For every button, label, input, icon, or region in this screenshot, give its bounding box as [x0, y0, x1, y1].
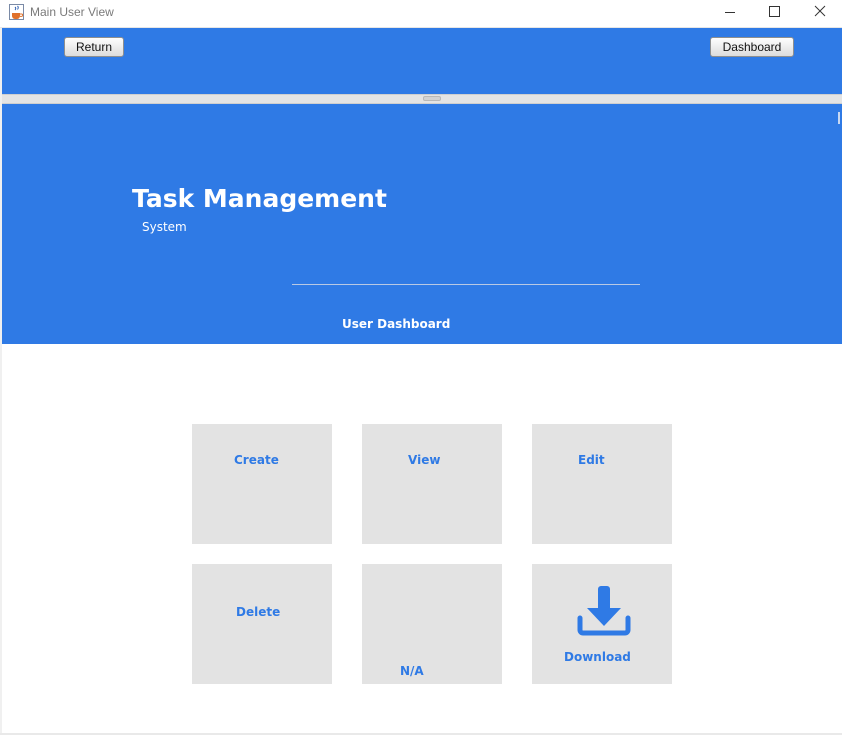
- return-button[interactable]: Return: [64, 37, 124, 57]
- minimize-button[interactable]: [707, 0, 753, 27]
- view-tile[interactable]: View: [362, 424, 502, 544]
- download-icon: [577, 586, 631, 636]
- split-pane-divider[interactable]: [2, 94, 842, 104]
- download-tile[interactable]: Download: [532, 564, 672, 684]
- header-divider: [292, 284, 640, 285]
- dashboard-button[interactable]: Dashboard: [710, 37, 794, 57]
- download-label: Download: [564, 650, 631, 664]
- minimize-icon: [725, 12, 735, 13]
- scroll-edge-marker: [838, 112, 840, 124]
- window-title: Main User View: [30, 5, 114, 19]
- window-titlebar: Main User View: [0, 0, 842, 28]
- maximize-icon: [769, 6, 780, 17]
- page-subtitle: System: [142, 220, 187, 234]
- view-label: View: [408, 453, 441, 467]
- edit-tile[interactable]: Edit: [532, 424, 672, 544]
- close-button[interactable]: [797, 0, 842, 27]
- delete-label: Delete: [236, 605, 281, 619]
- close-icon: [814, 5, 826, 17]
- na-label: N/A: [400, 664, 424, 678]
- create-label: Create: [234, 453, 279, 467]
- java-cup-icon: [9, 4, 24, 20]
- page-title: Task Management: [132, 184, 387, 213]
- section-label: User Dashboard: [342, 317, 451, 331]
- maximize-button[interactable]: [751, 0, 797, 27]
- na-tile[interactable]: N/A: [362, 564, 502, 684]
- delete-tile[interactable]: Delete: [192, 564, 332, 684]
- create-tile[interactable]: Create: [192, 424, 332, 544]
- divider-grip[interactable]: [423, 96, 441, 101]
- edit-label: Edit: [578, 453, 605, 467]
- header-panel: Task Management System User Dashboard: [2, 104, 842, 344]
- top-toolbar: Return Dashboard: [2, 28, 842, 94]
